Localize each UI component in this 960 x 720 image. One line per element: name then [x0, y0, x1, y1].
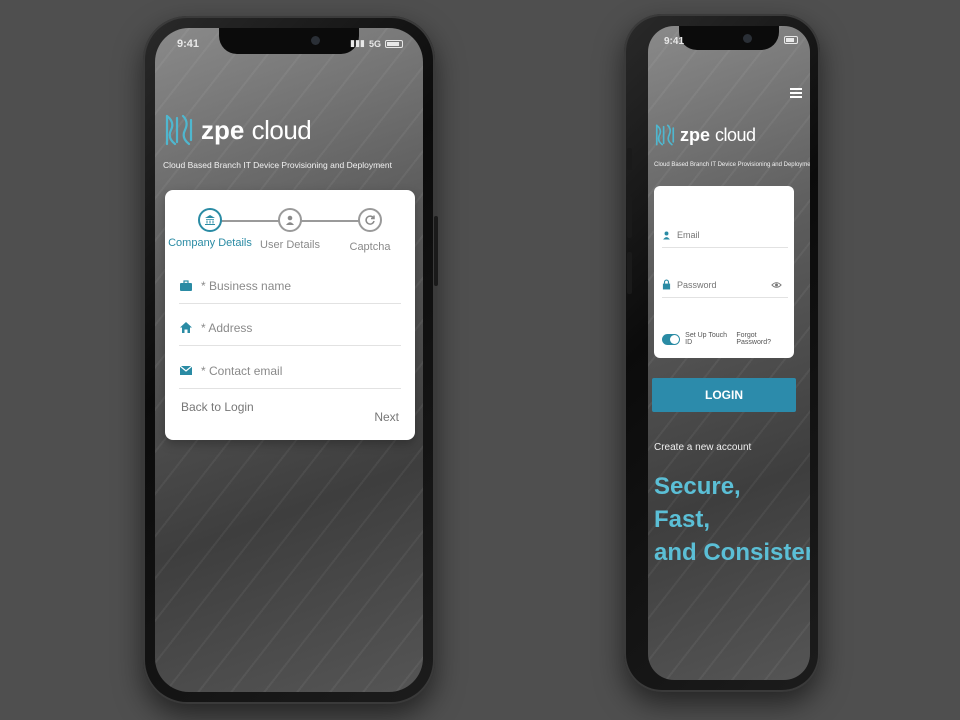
slogan-line-3: and Consistent. — [654, 539, 810, 566]
business-name-field — [179, 268, 401, 304]
create-account-link[interactable]: Create a new account — [654, 442, 751, 453]
zpe-logo-icon — [163, 112, 195, 148]
status-time: 9:41 — [177, 38, 200, 50]
step-label-user-details: User Details — [260, 239, 320, 251]
logo-text: zpe cloud — [201, 114, 312, 145]
email-input[interactable] — [677, 229, 777, 240]
zpe-cloud-logo: zpe cloud — [163, 112, 312, 148]
status-indicators: ▮▮▮ 5G — [350, 38, 403, 49]
envelope-icon — [179, 364, 193, 378]
volume-down-button — [627, 252, 632, 294]
password-field — [662, 272, 788, 298]
refresh-icon — [365, 215, 375, 225]
email-field — [662, 222, 788, 248]
tagline: Cloud Based Branch IT Device Provisionin… — [654, 162, 810, 168]
address-field — [179, 310, 401, 346]
slogan-line-1: Secure, — [654, 473, 741, 500]
eye-icon[interactable] — [771, 281, 782, 289]
step-label-captcha: Captcha — [349, 241, 391, 253]
user-icon — [663, 231, 670, 239]
login-button[interactable]: LOGIN — [652, 378, 796, 412]
tagline: Cloud Based Branch IT Device Provisionin… — [163, 160, 392, 170]
stepper: Company Details User Details Captcha — [165, 208, 415, 258]
power-button — [434, 216, 438, 286]
phone-login: 9:41 zpe cloud Cloud Based Branch IT Dev… — [624, 14, 820, 692]
notch — [219, 28, 359, 54]
battery-icon — [784, 36, 798, 44]
touch-id-label: Set Up Touch ID — [685, 332, 728, 346]
touch-id-row: Set Up Touch ID Forgot Password? — [662, 332, 788, 346]
zpe-cloud-logo: zpe cloud — [654, 122, 756, 148]
logo-text: zpe cloud — [680, 124, 756, 145]
contact-email-input[interactable] — [201, 363, 401, 378]
briefcase-icon — [179, 279, 193, 293]
slogan-line-2: Fast, — [654, 506, 711, 533]
address-input[interactable] — [201, 320, 401, 335]
hamburger-menu-icon[interactable] — [790, 88, 802, 100]
contact-email-field — [179, 353, 401, 389]
login-card: Set Up Touch ID Forgot Password? — [654, 186, 794, 358]
status-indicators — [784, 36, 798, 44]
volume-up-button — [627, 196, 632, 238]
next-button[interactable]: Next — [374, 410, 399, 424]
bank-icon — [205, 215, 215, 225]
business-name-input[interactable] — [201, 278, 401, 293]
lock-icon — [662, 279, 671, 290]
step-company-details[interactable]: Company Details — [165, 208, 255, 249]
password-input[interactable] — [677, 279, 765, 290]
mute-switch — [627, 148, 632, 170]
network-label: 5G — [368, 38, 381, 49]
status-time: 9:41 — [664, 36, 685, 47]
step-user-details[interactable]: User Details — [245, 208, 335, 251]
login-screen: 9:41 zpe cloud Cloud Based Branch IT Dev… — [648, 26, 810, 680]
user-icon — [286, 215, 294, 225]
notch — [679, 26, 779, 50]
step-label-company-details: Company Details — [168, 237, 252, 249]
touch-id-toggle[interactable] — [662, 333, 681, 345]
zpe-logo-icon — [654, 122, 676, 148]
battery-icon — [385, 39, 403, 48]
phone-signup: 9:41 ▮▮▮ 5G zpe cloud Cloud Based Branch… — [143, 16, 438, 704]
step-captcha[interactable]: Captcha — [325, 208, 415, 253]
slogan: Secure, Fast, and Consistent. — [654, 470, 810, 569]
signal-icon: ▮▮▮ — [350, 38, 365, 48]
home-icon — [179, 321, 193, 335]
back-to-login-link[interactable]: Back to Login — [181, 400, 254, 414]
signup-card: Company Details User Details Captcha * B… — [165, 190, 415, 440]
forgot-password-link[interactable]: Forgot Password? — [736, 332, 788, 346]
signup-screen: 9:41 ▮▮▮ 5G zpe cloud Cloud Based Branch… — [155, 28, 423, 692]
